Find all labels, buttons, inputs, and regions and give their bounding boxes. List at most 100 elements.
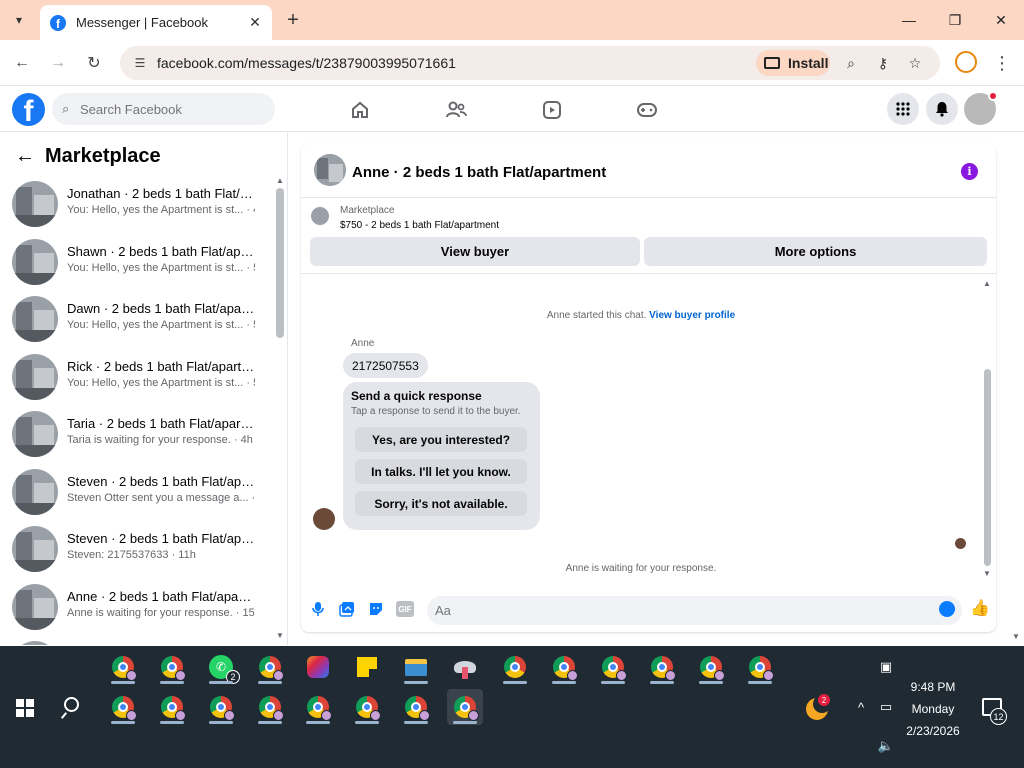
show-hidden-icons-chevron-icon[interactable]: ^ [852,698,870,716]
friends-icon[interactable] [444,98,468,122]
close-window-icon[interactable]: ✕ [989,8,1013,32]
sidebar-scroll-up-icon[interactable]: ▲ [276,176,284,185]
facebook-logo-icon[interactable]: f [12,93,45,126]
chrome-profile-icon[interactable] [398,689,434,725]
chrome-icon[interactable] [497,649,533,685]
gaming-icon[interactable] [635,98,659,122]
quick-response-not-available-button[interactable]: Sorry, it's not available. [355,491,527,516]
account-avatar[interactable] [964,91,998,125]
chat-title[interactable]: Anne · 2 beds 1 bath Flat/apartment [352,164,606,181]
conversation-item[interactable]: Rick · 2 beds 1 bath Flat/apartment You:… [0,350,276,408]
info-icon[interactable]: i [961,163,978,180]
whatsapp-icon[interactable]: ✆ 2 [203,649,240,685]
conversation-item-partial[interactable] [0,637,276,645]
conversation-item[interactable]: Steven · 2 beds 1 bath Flat/apartment St… [0,522,276,580]
chrome-profile-icon[interactable] [105,649,141,685]
chat-scrollbar[interactable] [984,369,991,566]
message-input[interactable] [427,596,962,625]
windows-start-icon[interactable] [16,699,34,717]
chrome-profile-icon[interactable] [252,649,288,685]
chrome-profile-icon[interactable] [349,689,385,725]
file-explorer-icon[interactable] [398,649,434,685]
snipping-tool-icon[interactable] [447,649,483,685]
zoom-icon[interactable]: ⌕ [842,54,860,72]
browser-tab[interactable]: f Messenger | Facebook ✕ [40,5,272,40]
quick-response-interested-button[interactable]: Yes, are you interested? [355,427,527,452]
buyer-avatar[interactable] [313,508,335,530]
copilot-icon[interactable] [300,649,336,685]
gif-icon[interactable]: GIF [396,601,414,617]
conversation-item[interactable]: Taria · 2 beds 1 bath Flat/apartment Tar… [0,407,276,465]
thumbs-up-icon[interactable]: 👍 [970,599,990,617]
listing-title[interactable]: $750 - 2 beds 1 bath Flat/apartment [340,220,499,231]
sidebar-scrollbar[interactable] [276,188,284,338]
microphone-icon[interactable] [310,601,326,617]
view-buyer-profile-link[interactable]: View buyer profile [649,310,735,321]
chrome-profile-icon[interactable] [154,689,190,725]
forward-icon[interactable]: → [46,51,70,75]
video-icon[interactable] [540,98,564,122]
chat-started-notice: Anne started this chat. View buyer profi… [301,310,981,321]
bookmark-star-icon[interactable]: ☆ [906,54,924,72]
conversation-item[interactable]: Anne · 2 beds 1 bath Flat/apartment Anne… [0,580,276,638]
close-tab-icon[interactable]: ✕ [244,12,266,34]
conversation-item[interactable]: Jonathan · 2 beds 1 bath Flat/apartment … [0,177,276,235]
conversation-item[interactable]: Dawn · 2 beds 1 bath Flat/apartment You:… [0,292,276,350]
new-tab-icon[interactable]: + [282,9,304,31]
key-icon[interactable]: ⚷ [874,54,892,72]
chat-scroll-down-icon[interactable]: ▼ [983,569,991,578]
sender-name: Anne [351,338,375,349]
sticky-notes-icon[interactable] [349,649,385,685]
photo-icon[interactable] [339,601,355,617]
chat-scroll-up-icon[interactable]: ▲ [983,279,991,288]
more-options-button[interactable]: More options [644,237,987,266]
menu-grid-icon[interactable] [887,93,919,125]
browser-menu-icon[interactable]: ⋮ [992,51,1012,75]
view-buyer-button[interactable]: View buyer [310,237,640,266]
volume-icon[interactable]: 🔈 [877,737,895,755]
chrome-profile-icon[interactable] [644,649,680,685]
facebook-search[interactable]: ⌕ [52,93,275,125]
sidebar-scroll-down-icon[interactable]: ▼ [276,631,284,640]
tab-search-icon[interactable]: ▾ [8,9,30,31]
quick-response-in-talks-button[interactable]: In talks. I'll let you know. [355,459,527,484]
chrome-profile-icon[interactable] [300,689,336,725]
system-clock[interactable]: 9:48 PM Monday 2/23/2026 [900,676,966,742]
network-icon[interactable]: ▭ [877,698,895,716]
minimize-icon[interactable]: — [897,8,921,32]
emoji-icon[interactable] [939,601,955,617]
chrome-profile-icon[interactable] [742,649,778,685]
clock-date: 2/23/2026 [906,724,960,738]
taskbar-search-icon[interactable] [60,696,84,720]
meet-now-icon[interactable]: ▣ [877,658,895,676]
notifications-bell-icon[interactable] [926,93,958,125]
site-info-icon[interactable]: ☰ [132,55,148,71]
restore-icon[interactable]: ❐ [943,8,967,32]
chrome-profile-icon[interactable] [693,649,729,685]
chrome-profile-icon[interactable] [546,649,582,685]
back-arrow-icon[interactable]: ← [14,145,36,167]
chrome-profile-icon[interactable] [154,649,190,685]
conversation-item[interactable]: Shawn · 2 beds 1 bath Flat/apartment You… [0,235,276,293]
facebook-search-input[interactable] [80,93,270,125]
chrome-profile-icon[interactable] [203,689,239,725]
reload-icon[interactable]: ↻ [82,51,106,75]
weather-moon-icon[interactable]: 2 [806,694,831,720]
chrome-profile-icon-active[interactable] [447,689,483,725]
address-bar[interactable]: ☰ facebook.com/messages/t/23879003995071… [120,46,940,80]
install-button[interactable]: Install [756,50,830,76]
listing-thumbnail [12,296,58,342]
page-scroll-down-icon[interactable]: ▼ [1012,632,1020,641]
chrome-profile-icon[interactable] [105,689,141,725]
browser-profile-icon[interactable] [955,51,977,73]
chat-listing-avatar[interactable] [314,154,346,186]
chrome-profile-icon[interactable] [595,649,631,685]
chrome-profile-icon[interactable] [252,689,288,725]
notification-center-icon[interactable]: 12 [982,698,1007,725]
conversation-item[interactable]: Steven · 2 beds 1 bath Flat/apartment St… [0,465,276,523]
message-bubble[interactable]: 2172507553 [343,353,428,378]
back-icon[interactable]: ← [10,51,34,75]
url-text[interactable]: facebook.com/messages/t/2387900399507166… [157,55,456,71]
home-icon[interactable] [348,98,372,122]
sticker-icon[interactable] [368,601,384,617]
